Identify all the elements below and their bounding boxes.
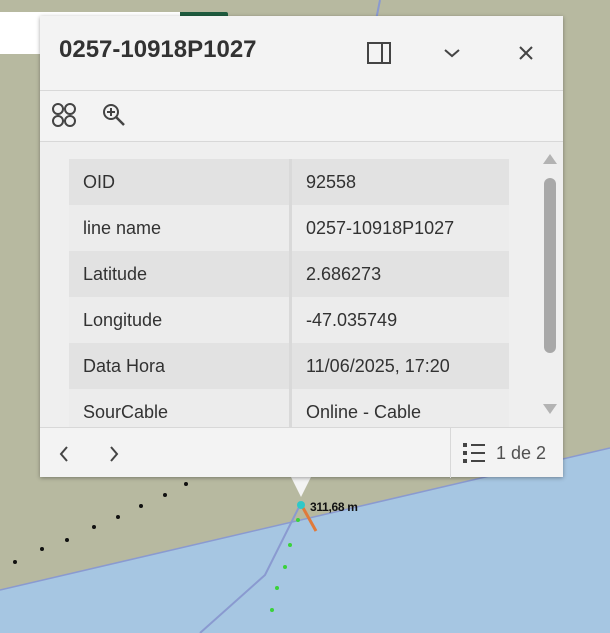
field-value: -47.035749: [290, 297, 509, 343]
field-value: Online - Cable: [290, 389, 509, 427]
scroll-up-arrow[interactable]: [543, 154, 557, 164]
feature-popup: 0257-10918P1027 OID 92558 line name 0257…: [40, 16, 563, 478]
attribute-table: OID 92558 line name 0257-10918P1027 Latitu…: [69, 159, 509, 427]
popup-pointer: [290, 475, 312, 497]
table-row: Data Hora 11/06/2025, 17:20: [69, 343, 509, 389]
table-row: OID 92558: [69, 159, 509, 205]
field-label: Latitude: [69, 251, 292, 297]
zoom-to-button[interactable]: [100, 101, 128, 129]
scrollbar-thumb[interactable]: [544, 178, 556, 353]
measure-label: 311,68 m: [310, 500, 358, 514]
popup-content[interactable]: OID 92558 line name 0257-10918P1027 Latitu…: [40, 142, 563, 427]
dock-button[interactable]: [364, 38, 394, 68]
table-row: SourCable Online - Cable: [69, 389, 509, 427]
popup-toolbar: [40, 91, 563, 142]
field-value: 0257-10918P1027: [290, 205, 509, 251]
table-row: Latitude 2.686273: [69, 251, 509, 297]
field-value: 2.686273: [290, 251, 509, 297]
next-feature-button[interactable]: [100, 440, 128, 468]
select-features-button[interactable]: [50, 101, 78, 129]
list-icon: [463, 443, 485, 463]
scroll-down-arrow[interactable]: [543, 404, 557, 414]
dock-icon: [367, 42, 391, 64]
field-value: 92558: [290, 159, 509, 205]
chevron-left-icon: [59, 446, 68, 462]
previous-feature-button[interactable]: [50, 440, 78, 468]
field-label: SourCable: [69, 389, 292, 427]
collapse-chevron-icon: [444, 49, 460, 58]
field-label: Longitude: [69, 297, 292, 343]
table-row: Longitude -47.035749: [69, 297, 509, 343]
popup-footer: 1 de 2: [40, 427, 563, 478]
field-label: Data Hora: [69, 343, 292, 389]
zoom-to-icon: [103, 104, 125, 126]
field-label: line name: [69, 205, 292, 251]
page-indicator: 1 de 2: [496, 442, 547, 463]
field-label: OID: [69, 159, 292, 205]
table-row: line name 0257-10918P1027: [69, 205, 509, 251]
select-features-icon: [52, 103, 76, 127]
popup-title: 0257-10918P1027: [59, 36, 257, 63]
feature-pager[interactable]: 1 de 2: [450, 428, 564, 478]
collapse-button[interactable]: [437, 38, 467, 68]
chevron-right-icon: [110, 446, 119, 462]
close-icon: [519, 46, 533, 60]
selected-point[interactable]: [297, 501, 305, 509]
close-button[interactable]: [511, 38, 541, 68]
field-value: 11/06/2025, 17:20: [290, 343, 509, 389]
popup-header: 0257-10918P1027: [40, 16, 563, 91]
